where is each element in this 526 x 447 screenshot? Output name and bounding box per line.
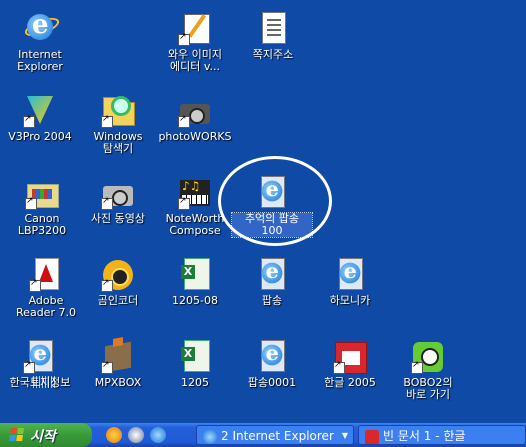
camera-icon <box>101 176 135 210</box>
hangul-icon <box>365 429 379 444</box>
desktop-icon-harmonica[interactable]: 하모니카 <box>310 258 390 307</box>
printer-folder-icon <box>25 176 59 210</box>
icon-label: 한글 2005 <box>324 376 376 389</box>
task-hangul[interactable]: 빈 문서 1 - 한글 <box>358 425 526 445</box>
icon-label: 팝송0001 <box>247 376 297 389</box>
task-label: 빈 문서 1 - 한글 <box>383 429 466 443</box>
desktop-icon-wow-image-editor[interactable]: 와우 이미지 에디터 v... <box>155 12 235 73</box>
ie-icon <box>203 429 217 444</box>
notepad-icon <box>256 12 290 46</box>
media-icon[interactable] <box>128 427 144 443</box>
desktop-icon-canon[interactable]: Canon LBP3200 <box>2 176 82 237</box>
desktop-icon-address[interactable]: 쪽지주소 <box>233 12 313 61</box>
icon-label: photoWORKS <box>158 130 232 143</box>
desktop-icon-hangul2005[interactable]: 한글 2005 <box>310 340 390 389</box>
desktop-icon-photo-video[interactable]: 사진 동영상 <box>78 176 158 225</box>
hangul-icon <box>333 340 367 374</box>
v3-icon <box>23 94 57 128</box>
camera-icon <box>178 94 212 128</box>
icon-label: Windows 탐색기 <box>93 130 143 155</box>
start-button[interactable]: 시작 <box>0 423 92 447</box>
explorer-icon <box>101 94 135 128</box>
desktop-icon-mpxbox[interactable]: MPXBOX <box>78 340 158 389</box>
desktop-icon-internet-explorer[interactable]: Internet Explorer <box>0 10 80 73</box>
outlook-icon[interactable] <box>106 427 122 443</box>
desktop-icon-adobe-reader[interactable]: Adobe Reader 7.0 <box>6 258 86 319</box>
icon-label: 와우 이미지 에디터 v... <box>167 48 223 73</box>
desktop-icon-v3pro[interactable]: V3Pro 2004 <box>0 94 80 143</box>
icon-label: Internet Explorer <box>17 48 63 73</box>
icon-label: 곰인코더 <box>97 294 139 307</box>
ie-page-icon <box>255 258 289 292</box>
desktop-icon-windows-explorer[interactable]: Windows 탐색기 <box>78 94 158 155</box>
music-icon <box>178 176 212 210</box>
icon-label: 쪽지주소 <box>252 48 294 61</box>
icon-label: Canon LBP3200 <box>17 212 67 237</box>
icon-label: 팝송 <box>261 294 283 307</box>
desktop-icon-1205[interactable]: 1205 <box>155 340 235 389</box>
icon-label: 사진 동영상 <box>90 212 146 225</box>
ie-page-icon <box>333 258 367 292</box>
desktop-icon-photoworks[interactable]: photoWORKS <box>155 94 235 143</box>
image-editor-icon <box>178 12 212 46</box>
gom-icon <box>101 258 135 292</box>
mpx-icon <box>101 340 135 374</box>
hand-drawn-circle <box>218 156 332 246</box>
chevron-down-icon: ▼ <box>341 431 348 440</box>
icon-label: 하모니카 <box>329 294 371 307</box>
ie-page-icon <box>255 340 289 374</box>
task-internet-explorer[interactable]: 2 Internet Explorer ▼ <box>196 425 354 445</box>
excel-icon <box>178 340 212 374</box>
ie-icon <box>22 10 62 46</box>
windows-flag-icon <box>9 428 25 442</box>
ie-page-icon <box>23 340 57 388</box>
desktop-icon-bobo[interactable]: BOBO2의 바로 가기 <box>388 340 468 401</box>
desktop-icon-1205-08[interactable]: 1205-08 <box>155 258 235 307</box>
start-label: 시작 <box>30 429 56 445</box>
icon-label: BOBO2의 바로 가기 <box>403 376 453 401</box>
icon-label: V3Pro 2004 <box>8 130 72 143</box>
bobo-icon <box>411 340 445 374</box>
icon-label: 1205 <box>181 376 209 389</box>
desktop-icon-gom-encoder[interactable]: 곰인코더 <box>78 258 158 307</box>
icon-label: Adobe Reader 7.0 <box>16 294 76 319</box>
icon-label: MPXBOX <box>94 376 142 389</box>
task-label: 2 Internet Explorer <box>221 429 334 443</box>
desktop-icon-popsong[interactable]: 팝송 <box>232 258 312 307</box>
desktop-icon-popsong0001[interactable]: 팝송0001 <box>232 340 312 389</box>
ie-icon[interactable] <box>150 427 166 443</box>
icon-label: 1205-08 <box>172 294 218 307</box>
excel-icon <box>178 258 212 292</box>
pdf-icon <box>29 258 63 292</box>
taskbar: 시작 2 Internet Explorer ▼ 빈 문서 1 - 한글 <box>0 423 526 447</box>
desktop: Internet Explorer 와우 이미지 에디터 v... 쪽지주소 V… <box>0 0 526 423</box>
desktop-icon-land-info[interactable]: 한국토지정보 <box>0 340 80 389</box>
